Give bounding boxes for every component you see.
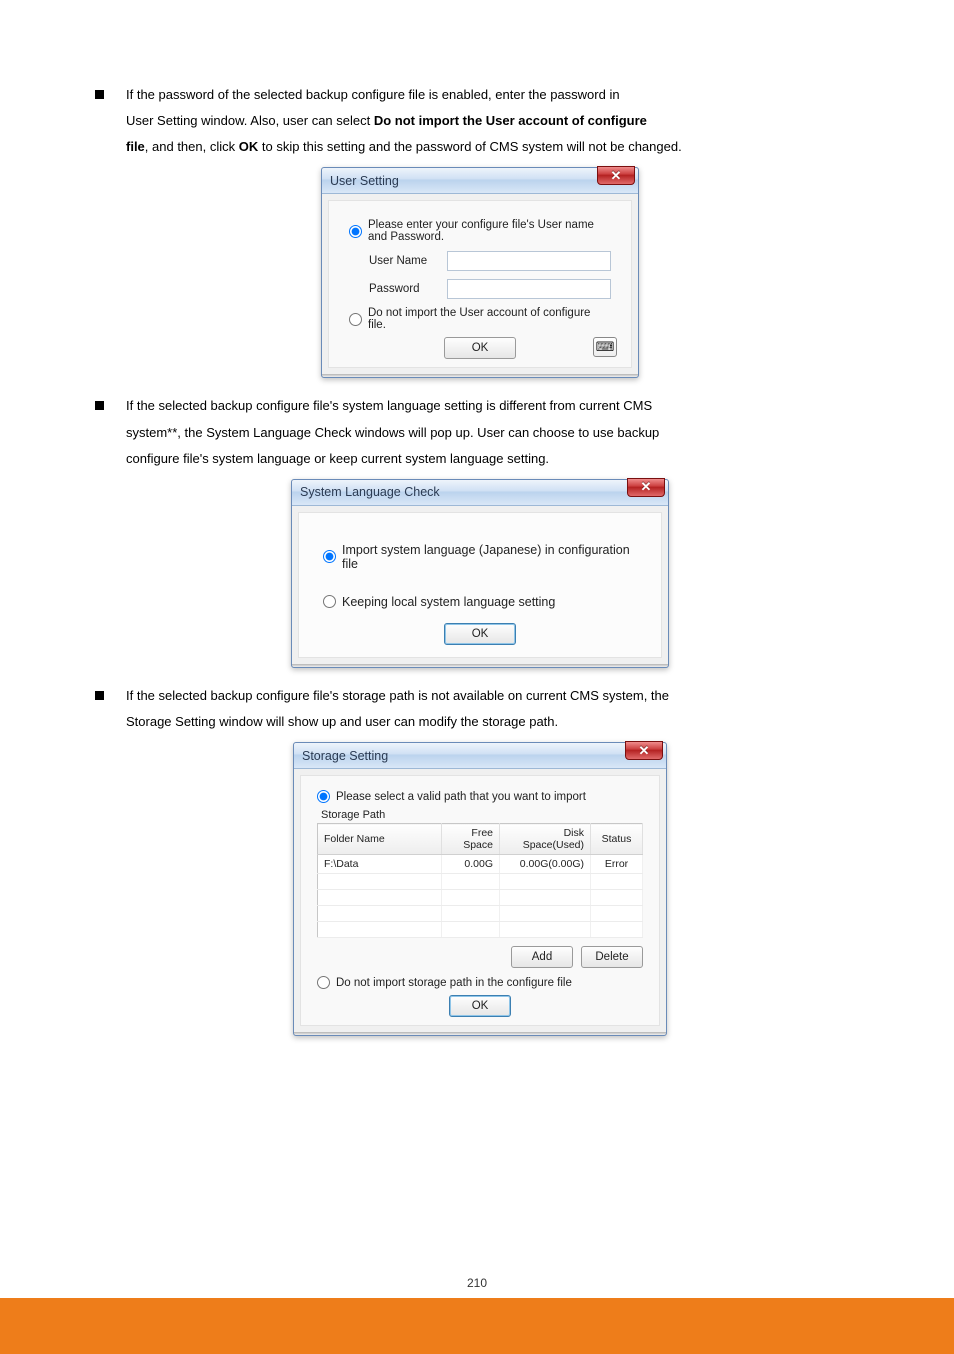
text: to skip this setting and the password of… [258, 139, 681, 154]
titlebar: User Setting ✕ [322, 168, 638, 194]
close-icon: ✕ [611, 168, 622, 184]
page-number: 210 [467, 1276, 487, 1290]
bullet-2: If the selected backup configure file's … [95, 396, 865, 416]
system-language-dialog: System Language Check ✕ Import system la… [291, 479, 669, 668]
bullet-1: If the password of the selected backup c… [95, 85, 865, 105]
square-bullet-icon [95, 401, 104, 410]
bold-text: OK [235, 139, 258, 154]
titlebar: System Language Check ✕ [292, 480, 668, 506]
option-select-path[interactable]: Please select a valid path that you want… [317, 790, 643, 803]
col-status: Status [591, 824, 643, 855]
storage-table: Folder Name Free Space Disk Space(Used) … [317, 823, 643, 938]
ok-button[interactable]: OK [444, 337, 516, 359]
text: If the selected backup configure file's … [126, 398, 652, 413]
password-input[interactable] [447, 279, 611, 299]
dialog-title: Storage Setting [302, 749, 660, 763]
table-row [318, 906, 643, 922]
col-folder-name: Folder Name [318, 824, 442, 855]
bullet-2-text: If the selected backup configure file's … [126, 396, 652, 416]
user-setting-dialog: User Setting ✕ Please enter your configu… [321, 167, 639, 378]
dialog-title: System Language Check [300, 485, 662, 499]
option-keep-language[interactable]: Keeping local system language setting [323, 595, 637, 609]
add-button[interactable]: Add [511, 946, 573, 968]
storage-setting-dialog: Storage Setting ✕ Please select a valid … [293, 742, 667, 1036]
option-do-not-import-path[interactable]: Do not import storage path in the config… [317, 976, 643, 989]
bullet-2-line3: configure file's system language or keep… [126, 449, 865, 469]
dialog-body: Please enter your configure file's User … [328, 200, 632, 368]
bold-text: Do not import the User account of config… [374, 113, 647, 128]
dialog-body: Import system language (Japanese) in con… [298, 512, 662, 658]
keyboard-icon[interactable]: ⌨ [593, 337, 617, 357]
bold-text: file [126, 139, 145, 154]
table-header: Folder Name Free Space Disk Space(Used) … [318, 824, 643, 855]
cell-disk: 0.00G(0.00G) [500, 855, 591, 874]
radio-enter-credentials[interactable] [349, 225, 362, 238]
radio-select-path[interactable] [317, 790, 330, 803]
option-enter-credentials[interactable]: Please enter your configure file's User … [349, 219, 611, 243]
cell-status: Error [591, 855, 643, 874]
col-disk-space: Disk Space(Used) [500, 824, 591, 855]
option-label: Keeping local system language setting [342, 595, 555, 609]
square-bullet-icon [95, 691, 104, 700]
bullet-3-line2: Storage Setting window will show up and … [126, 712, 865, 732]
text: If the selected backup configure file's … [126, 688, 669, 703]
bullet-1-line1: If the password of the selected backup c… [126, 87, 620, 102]
dialog-body: Please select a valid path that you want… [300, 775, 660, 1026]
bullet-3: If the selected backup configure file's … [95, 686, 865, 706]
button-row: OK ⌨ [349, 337, 611, 359]
bullet-3-text: If the selected backup configure file's … [126, 686, 669, 706]
bullet-1-continuation: User Setting window. Also, user can sele… [126, 111, 865, 131]
close-button[interactable]: ✕ [625, 741, 663, 760]
password-row: Password [369, 279, 611, 299]
radio-do-not-import[interactable] [349, 313, 362, 326]
text: , and then, click [145, 139, 235, 154]
button-row: OK [317, 995, 643, 1017]
text: User Setting window. Also, user can sele… [126, 113, 370, 128]
table-row [318, 874, 643, 890]
table-row [318, 890, 643, 906]
footer-bar [0, 1298, 954, 1354]
ok-button[interactable]: OK [449, 995, 511, 1017]
option-label: Do not import storage path in the config… [336, 977, 572, 989]
titlebar: Storage Setting ✕ [294, 743, 666, 769]
close-icon: ✕ [641, 479, 652, 495]
dialog-title: User Setting [330, 174, 632, 188]
cell-free: 0.00G [441, 855, 500, 874]
close-button[interactable]: ✕ [627, 478, 665, 497]
ok-button[interactable]: OK [444, 623, 516, 645]
option-label: Please enter your configure file's User … [368, 219, 611, 243]
password-label: Password [369, 283, 447, 295]
bullet-1-continuation-2: file, and then, click OK to skip this se… [126, 137, 865, 157]
table-buttons: Add Delete [317, 946, 643, 968]
radio-keep-language[interactable] [323, 595, 336, 608]
option-import-language[interactable]: Import system language (Japanese) in con… [323, 543, 637, 571]
table-row[interactable]: F:\Data 0.00G 0.00G(0.00G) Error [318, 855, 643, 874]
username-input[interactable] [447, 251, 611, 271]
radio-do-not-import-path[interactable] [317, 976, 330, 989]
col-free-space: Free Space [441, 824, 500, 855]
option-label: Do not import the User account of config… [368, 307, 611, 331]
bullet-1-text: If the password of the selected backup c… [126, 85, 620, 105]
group-label: Storage Path [321, 809, 643, 821]
cell-folder: F:\Data [318, 855, 442, 874]
table-row [318, 922, 643, 938]
username-row: User Name [369, 251, 611, 271]
bullet-2-line2: system**, the System Language Check wind… [126, 423, 865, 443]
delete-button[interactable]: Delete [581, 946, 643, 968]
button-row: OK [323, 623, 637, 645]
close-button[interactable]: ✕ [597, 166, 635, 185]
option-label: Import system language (Japanese) in con… [342, 543, 637, 571]
close-icon: ✕ [639, 743, 650, 759]
square-bullet-icon [95, 90, 104, 99]
option-do-not-import[interactable]: Do not import the User account of config… [349, 307, 611, 331]
option-label: Please select a valid path that you want… [336, 791, 586, 803]
radio-import-language[interactable] [323, 550, 336, 563]
username-label: User Name [369, 255, 447, 267]
